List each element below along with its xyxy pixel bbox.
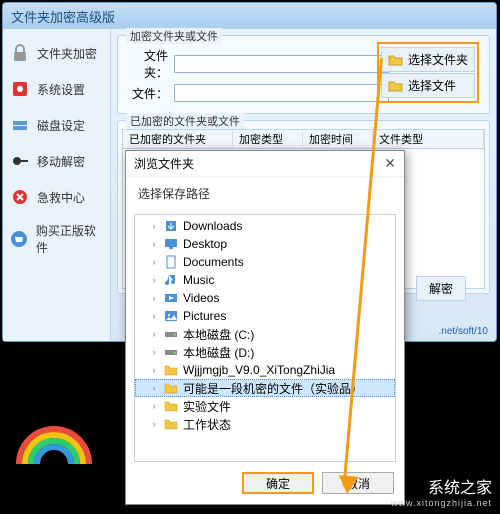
folder-icon bbox=[163, 399, 179, 413]
chevron-right-icon: › bbox=[149, 419, 159, 429]
chevron-right-icon: › bbox=[149, 347, 159, 357]
tree-item[interactable]: › Music bbox=[135, 271, 395, 289]
down-icon bbox=[163, 219, 179, 233]
folder-icon bbox=[163, 417, 179, 431]
desktop-icon bbox=[163, 237, 179, 251]
folder-icon bbox=[163, 363, 179, 377]
file-input[interactable] bbox=[174, 84, 389, 102]
tree-item-label: 实验文件 bbox=[183, 398, 231, 415]
chevron-right-icon: › bbox=[149, 257, 159, 267]
chevron-right-icon: › bbox=[149, 221, 159, 231]
chevron-right-icon: › bbox=[149, 311, 159, 321]
group-title: 加密文件夹或文件 bbox=[126, 28, 222, 44]
dialog-subtitle: 选择保存路径 bbox=[126, 177, 404, 210]
title-bar: 文件夹加密高级版 bbox=[3, 3, 496, 29]
tree-item[interactable]: › 实验文件 bbox=[135, 397, 395, 415]
tree-item-label: 本地磁盘 (D:) bbox=[183, 344, 254, 361]
brand-name: 系统之家 bbox=[428, 474, 492, 498]
close-icon[interactable]: ✕ bbox=[384, 155, 396, 172]
folder-open-icon bbox=[388, 79, 404, 93]
sidebar-label: 购买正版软件 bbox=[36, 222, 104, 256]
disk-icon bbox=[9, 114, 31, 136]
drive-icon bbox=[163, 327, 179, 341]
chevron-right-icon: › bbox=[149, 365, 159, 375]
tree-item-label: Music bbox=[183, 273, 214, 287]
col-filetype[interactable]: 文件类型 bbox=[373, 131, 484, 147]
browse-file-label: 选择文件 bbox=[408, 77, 456, 94]
tree-item[interactable]: › Documents bbox=[135, 253, 395, 271]
tree-item-label: 本地磁盘 (C:) bbox=[183, 326, 254, 343]
video-icon bbox=[163, 291, 179, 305]
sidebar-item-encrypt[interactable]: 文件夹加密 bbox=[5, 35, 108, 71]
tree-item-label: Pictures bbox=[183, 309, 226, 323]
ok-button[interactable]: 确定 bbox=[242, 472, 314, 494]
browse-folder-button[interactable]: 选择文件夹 bbox=[381, 47, 475, 72]
window-title: 文件夹加密高级版 bbox=[11, 7, 115, 26]
music-icon bbox=[163, 273, 179, 287]
sidebar-item-rescue[interactable]: 急救中心 bbox=[5, 179, 108, 215]
chevron-right-icon: › bbox=[149, 329, 159, 339]
brand-watermark: 系统之家 www.xitongzhijia.net bbox=[391, 474, 492, 508]
tree-item-label: Desktop bbox=[183, 237, 227, 251]
key-icon bbox=[9, 150, 31, 172]
lock-icon bbox=[9, 42, 31, 64]
browse-buttons-highlight: 选择文件夹 选择文件 bbox=[377, 42, 479, 103]
sidebar-item-mobile-decrypt[interactable]: 移动解密 bbox=[5, 143, 108, 179]
doc-icon bbox=[163, 255, 179, 269]
tree-item-label: Wjjjmgjb_V9.0_XiTongZhiJia bbox=[183, 363, 335, 377]
folder-icon bbox=[163, 381, 179, 395]
folder-input[interactable] bbox=[174, 55, 389, 73]
brand-url: www.xitongzhijia.net bbox=[391, 498, 492, 508]
encrypt-group: 加密文件夹或文件 文件夹： 文件： 选择文件夹 选择文件 bbox=[117, 35, 490, 114]
browse-file-button[interactable]: 选择文件 bbox=[381, 73, 475, 98]
folder-open-icon bbox=[388, 53, 404, 67]
folder-label: 文件夹： bbox=[126, 47, 168, 81]
tree-item-label: Documents bbox=[183, 255, 244, 269]
tree-item[interactable]: › 可能是一段机密的文件（实验品） bbox=[135, 379, 395, 397]
chevron-right-icon: › bbox=[149, 275, 159, 285]
browse-folder-label: 选择文件夹 bbox=[408, 51, 468, 68]
sidebar-item-buy[interactable]: 购买正版软件 bbox=[5, 215, 108, 263]
tree-item-label: Videos bbox=[183, 291, 219, 305]
cart-icon bbox=[9, 228, 30, 250]
tree-item[interactable]: › Desktop bbox=[135, 235, 395, 253]
sidebar-label: 系统设置 bbox=[37, 81, 85, 98]
sidebar-label: 磁盘设定 bbox=[37, 117, 85, 134]
table-header: 已加密的文件夹 加密类型 加密时间 文件类型 bbox=[122, 129, 485, 149]
sidebar-label: 急救中心 bbox=[37, 189, 85, 206]
decrypt-button[interactable]: 解密 bbox=[416, 276, 466, 301]
col-folder[interactable]: 已加密的文件夹 bbox=[123, 131, 233, 147]
tree-item-label: Downloads bbox=[183, 219, 242, 233]
sidebar-label: 移动解密 bbox=[37, 153, 85, 170]
browse-folder-dialog: 浏览文件夹 ✕ 选择保存路径 › Downloads› Desktop› Doc… bbox=[125, 150, 405, 505]
rainbow-decoration bbox=[14, 414, 94, 464]
chevron-right-icon: › bbox=[149, 383, 159, 393]
rescue-icon bbox=[9, 186, 31, 208]
tree-item-label: 工作状态 bbox=[183, 416, 231, 433]
dialog-titlebar: 浏览文件夹 ✕ bbox=[126, 151, 404, 177]
chevron-right-icon: › bbox=[149, 239, 159, 249]
sidebar-item-disk[interactable]: 磁盘设定 bbox=[5, 107, 108, 143]
tree-item[interactable]: › Downloads bbox=[135, 217, 395, 235]
gear-icon bbox=[9, 78, 31, 100]
sidebar-label: 文件夹加密 bbox=[37, 45, 97, 62]
chevron-right-icon: › bbox=[149, 401, 159, 411]
pic-icon bbox=[163, 309, 179, 323]
sidebar: 文件夹加密 系统设置 磁盘设定 移动解密 急救中心 购买正版软件 bbox=[3, 29, 111, 341]
tree-item[interactable]: › Videos bbox=[135, 289, 395, 307]
sidebar-item-settings[interactable]: 系统设置 bbox=[5, 71, 108, 107]
tree-item[interactable]: › 工作状态 bbox=[135, 415, 395, 433]
chevron-right-icon: › bbox=[149, 293, 159, 303]
group-title: 已加密的文件夹或文件 bbox=[126, 113, 244, 129]
col-time[interactable]: 加密时间 bbox=[303, 131, 373, 147]
dialog-title: 浏览文件夹 bbox=[134, 155, 194, 172]
tree-item-label: 可能是一段机密的文件（实验品） bbox=[183, 380, 363, 397]
file-label: 文件： bbox=[126, 85, 168, 102]
footer-link[interactable]: .net/soft/10 bbox=[439, 326, 488, 337]
annotation-arrow-head bbox=[337, 475, 358, 495]
col-type[interactable]: 加密类型 bbox=[233, 131, 303, 147]
drive-icon bbox=[163, 345, 179, 359]
